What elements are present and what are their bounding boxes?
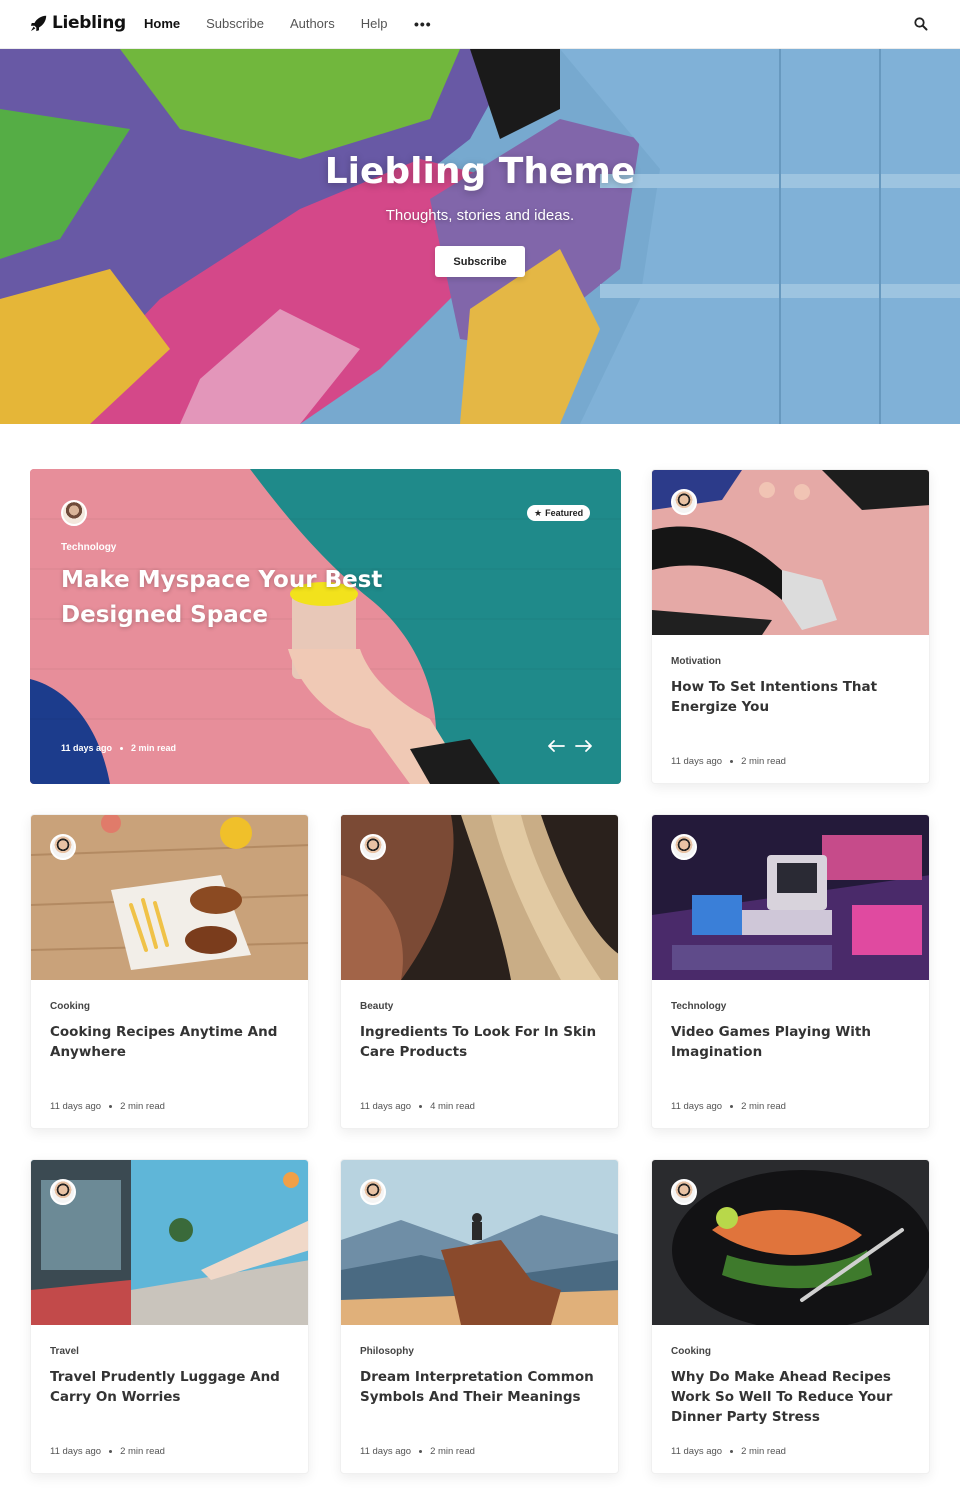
separator-dot (109, 1105, 113, 1108)
author-avatar[interactable] (671, 1179, 697, 1205)
featured-post-title[interactable]: Make Myspace Your Best Designed Space (61, 563, 491, 633)
post-card-body: Motivation How To Set Intentions That En… (671, 656, 916, 717)
post-card[interactable]: Motivation How To Set Intentions That En… (651, 469, 930, 784)
separator-dot (730, 760, 734, 763)
more-menu-icon[interactable]: ••• (414, 16, 432, 32)
post-card[interactable]: Cooking Why Do Make Ahead Recipes Work S… (651, 1159, 930, 1474)
post-tag[interactable]: Beauty (360, 1001, 605, 1012)
post-meta: 11 days ago 2 min read (671, 1101, 786, 1112)
post-meta: 11 days ago 2 min read (671, 1446, 786, 1457)
separator-dot (730, 1105, 734, 1108)
post-card-body: Travel Travel Prudently Luggage And Carr… (50, 1346, 295, 1407)
post-image (652, 815, 929, 980)
post-title[interactable]: Ingredients To Look For In Skin Care Pro… (360, 1022, 605, 1062)
post-card-body: Philosophy Dream Interpretation Common S… (360, 1346, 605, 1407)
post-card-body: Cooking Cooking Recipes Anytime And Anyw… (50, 1001, 295, 1062)
post-title[interactable]: Video Games Playing With Imagination (671, 1022, 916, 1062)
post-meta: 11 days ago 2 min read (671, 756, 786, 767)
post-card[interactable]: Technology Video Games Playing With Imag… (651, 814, 930, 1129)
brand-logo[interactable]: Liebling (30, 13, 126, 33)
post-tag[interactable]: Cooking (671, 1346, 916, 1357)
post-title[interactable]: How To Set Intentions That Energize You (671, 677, 916, 717)
brand-name: Liebling (52, 13, 126, 33)
post-tag[interactable]: Travel (50, 1346, 295, 1357)
post-card[interactable]: Beauty Ingredients To Look For In Skin C… (340, 814, 619, 1129)
hero-graffiti-image (0, 49, 960, 424)
author-avatar[interactable] (360, 1179, 386, 1205)
separator-dot (120, 746, 124, 750)
post-card[interactable]: Cooking Cooking Recipes Anytime And Anyw… (30, 814, 309, 1129)
post-meta: 11 days ago 2 min read (50, 1101, 165, 1112)
post-image (341, 815, 618, 980)
post-card-body: Technology Video Games Playing With Imag… (671, 1001, 916, 1062)
post-card[interactable]: Philosophy Dream Interpretation Common S… (340, 1159, 619, 1474)
arrow-right-icon[interactable] (575, 739, 593, 753)
separator-dot (109, 1450, 113, 1453)
post-image (31, 1160, 308, 1325)
hero-banner: Liebling Theme Thoughts, stories and ide… (0, 49, 960, 424)
post-title[interactable]: Why Do Make Ahead Recipes Work So Well T… (671, 1367, 916, 1427)
post-title[interactable]: Travel Prudently Luggage And Carry On Wo… (50, 1367, 295, 1407)
author-avatar[interactable] (61, 500, 87, 526)
author-avatar[interactable] (50, 1179, 76, 1205)
post-card[interactable]: Travel Travel Prudently Luggage And Carr… (30, 1159, 309, 1474)
slider-controls (547, 739, 593, 753)
featured-post-card[interactable]: ★ Featured Technology Make Myspace Your … (30, 469, 621, 784)
search-icon[interactable] (913, 16, 929, 32)
featured-badge: ★ Featured (527, 505, 591, 521)
author-avatar[interactable] (671, 489, 697, 515)
post-image (652, 1160, 929, 1325)
hero-title: Liebling Theme (324, 151, 636, 192)
nav-link-help[interactable]: Help (361, 16, 388, 31)
post-meta: 11 days ago 4 min read (360, 1101, 475, 1112)
post-meta: 11 days ago 2 min read (50, 1446, 165, 1457)
arrow-left-icon[interactable] (547, 739, 565, 753)
post-card-body: Cooking Why Do Make Ahead Recipes Work S… (671, 1346, 916, 1427)
post-meta: 11 days ago 2 min read (61, 743, 177, 753)
post-card-body: Beauty Ingredients To Look For In Skin C… (360, 1001, 605, 1062)
star-icon: ★ (534, 507, 543, 518)
post-title[interactable]: Dream Interpretation Common Symbols And … (360, 1367, 605, 1407)
hero-subtitle: Thoughts, stories and ideas. (385, 207, 575, 224)
nav-link-home[interactable]: Home (144, 16, 180, 31)
separator-dot (730, 1450, 734, 1453)
separator-dot (419, 1450, 423, 1453)
post-title[interactable]: Cooking Recipes Anytime And Anywhere (50, 1022, 295, 1062)
top-navigation: Liebling Home Subscribe Authors Help ••• (0, 0, 960, 49)
nav-link-authors[interactable]: Authors (290, 16, 335, 31)
post-tag[interactable]: Motivation (671, 656, 916, 667)
nav-link-subscribe[interactable]: Subscribe (206, 16, 264, 31)
rocket-icon (30, 15, 47, 32)
post-image (652, 470, 929, 635)
post-tag[interactable]: Technology (671, 1001, 916, 1012)
main-menu: Home Subscribe Authors Help (144, 16, 388, 31)
post-tag[interactable]: Technology (61, 542, 116, 553)
author-avatar[interactable] (671, 834, 697, 860)
post-tag[interactable]: Cooking (50, 1001, 295, 1012)
author-avatar[interactable] (360, 834, 386, 860)
post-tag[interactable]: Philosophy (360, 1346, 605, 1357)
hero-subscribe-button[interactable]: Subscribe (435, 246, 525, 277)
post-image (31, 815, 308, 980)
post-meta: 11 days ago 2 min read (360, 1446, 475, 1457)
post-image (341, 1160, 618, 1325)
author-avatar[interactable] (50, 834, 76, 860)
separator-dot (419, 1105, 423, 1108)
